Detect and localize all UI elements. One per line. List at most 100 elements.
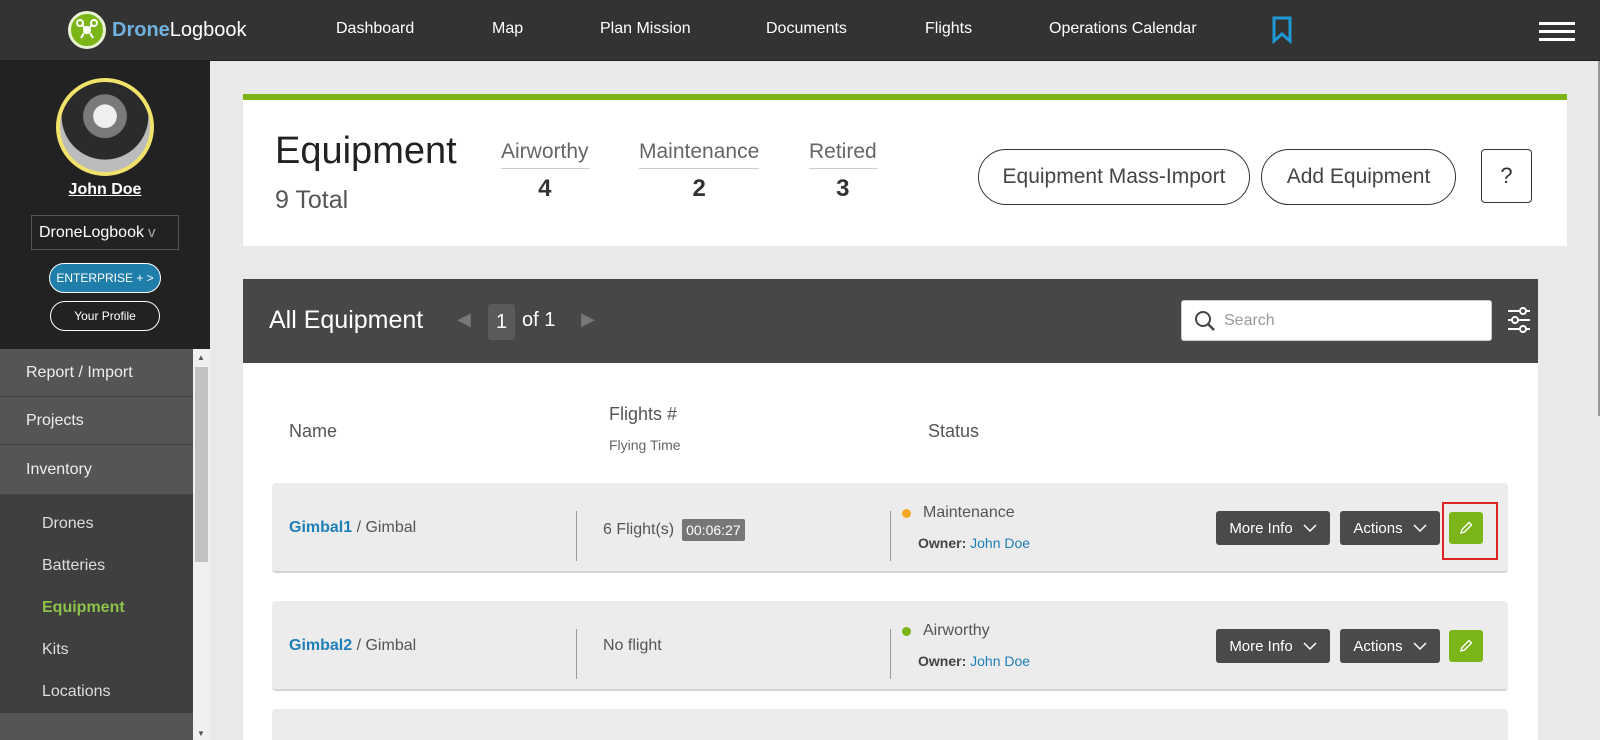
filter-settings-icon[interactable] bbox=[1507, 307, 1531, 338]
drone-logo-icon bbox=[68, 11, 106, 49]
search-box[interactable] bbox=[1181, 300, 1492, 341]
sidebar-scrollbar[interactable]: ▲ ▼ bbox=[193, 349, 210, 740]
sidebar-item-equipment[interactable]: Equipment bbox=[0, 587, 193, 629]
chevron-down-icon: v bbox=[147, 224, 156, 241]
column-header-flights: Flights # bbox=[609, 404, 678, 424]
stat-retired[interactable]: Retired 3 bbox=[809, 140, 877, 203]
equipment-name-link[interactable]: Gimbal1 bbox=[289, 519, 352, 536]
actions-button[interactable]: Actions bbox=[1340, 629, 1440, 663]
enterprise-button[interactable]: ENTERPRISE + > bbox=[49, 263, 161, 293]
equipment-name: Gimbal2 / Gimbal bbox=[289, 637, 416, 655]
more-info-label: More Info bbox=[1229, 519, 1293, 537]
sidebar-item-locations[interactable]: Locations bbox=[0, 671, 193, 713]
organization-select[interactable]: DroneLogbook v bbox=[31, 215, 179, 250]
column-header-flying-time: Flying Time bbox=[609, 437, 681, 453]
equipment-type: / Gimbal bbox=[356, 519, 417, 536]
list-title: All Equipment bbox=[269, 306, 424, 334]
flights-cell: No flight bbox=[603, 637, 662, 655]
sidebar-item-projects[interactable]: Projects bbox=[0, 397, 193, 445]
current-page[interactable]: 1 bbox=[488, 304, 515, 340]
chevron-down-icon bbox=[1303, 641, 1317, 650]
total-count: 9 Total bbox=[275, 186, 349, 214]
actions-label: Actions bbox=[1353, 519, 1403, 537]
chevron-down-icon bbox=[1413, 641, 1427, 650]
table-row: Gimbal1 / Gimbal 6 Flight(s) 00:06:27 Ma… bbox=[272, 483, 1508, 573]
top-navbar: DroneLogbook Dashboard Map Plan Mission … bbox=[0, 0, 1600, 61]
next-page-icon[interactable]: ▶ bbox=[581, 309, 595, 330]
status-text: Maintenance bbox=[923, 504, 1015, 521]
column-header-status: Status bbox=[928, 421, 980, 441]
equipment-list-panel: All Equipment ◀ 1 of 1 ▶ Name Flights # … bbox=[243, 279, 1538, 740]
search-input[interactable] bbox=[1224, 309, 1474, 333]
hamburger-menu-icon[interactable] bbox=[1539, 22, 1575, 46]
sidebar: John Doe DroneLogbook v ENTERPRISE + > Y… bbox=[0, 61, 210, 740]
search-icon bbox=[1194, 310, 1216, 337]
nav-operations-calendar[interactable]: Operations Calendar bbox=[1049, 20, 1197, 38]
equipment-summary-card: Equipment 9 Total Airworthy 4 Maintenanc… bbox=[243, 94, 1567, 246]
sidebar-item-drones[interactable]: Drones bbox=[0, 503, 193, 545]
brand-name: DroneLogbook bbox=[112, 18, 247, 41]
more-info-label: More Info bbox=[1229, 637, 1293, 655]
sidebar-item-kits[interactable]: Kits bbox=[0, 629, 193, 671]
organization-select-value: DroneLogbook bbox=[39, 223, 144, 241]
table-row: Gimbal2 / Gimbal No flight Airworthy Own… bbox=[272, 601, 1508, 691]
list-header: All Equipment ◀ 1 of 1 ▶ bbox=[243, 279, 1538, 363]
nav-map[interactable]: Map bbox=[492, 20, 523, 38]
inventory-submenu: Drones Batteries Equipment Kits Location… bbox=[0, 495, 193, 713]
equipment-name: Gimbal1 / Gimbal bbox=[289, 519, 416, 537]
status-badge: Maintenance bbox=[902, 504, 1015, 522]
stat-label: Maintenance bbox=[639, 140, 760, 169]
flights-cell: 6 Flight(s) 00:06:27 bbox=[603, 519, 745, 541]
owner-info: Owner: John Doe bbox=[918, 653, 1030, 669]
nav-documents[interactable]: Documents bbox=[766, 20, 847, 38]
owner-link[interactable]: John Doe bbox=[970, 653, 1030, 669]
stat-value: 2 bbox=[692, 175, 706, 202]
stat-airworthy[interactable]: Airworthy 4 bbox=[501, 140, 589, 203]
logo[interactable]: DroneLogbook bbox=[68, 11, 247, 49]
actions-button[interactable]: Actions bbox=[1340, 511, 1440, 545]
nav-dashboard[interactable]: Dashboard bbox=[336, 20, 414, 38]
previous-page-icon[interactable]: ◀ bbox=[457, 309, 471, 330]
bookmark-icon[interactable] bbox=[1271, 16, 1293, 49]
equipment-mass-import-button[interactable]: Equipment Mass-Import bbox=[978, 149, 1250, 205]
sidebar-menu: Report / Import Projects Inventory Drone… bbox=[0, 349, 193, 740]
flight-count: No flight bbox=[603, 637, 662, 654]
scroll-up-icon[interactable]: ▲ bbox=[197, 353, 205, 362]
stat-label: Airworthy bbox=[501, 140, 589, 169]
user-name-link[interactable]: John Doe bbox=[0, 181, 210, 199]
column-header-name: Name bbox=[289, 421, 338, 441]
flight-count: 6 Flight(s) bbox=[603, 521, 675, 538]
avatar[interactable] bbox=[56, 78, 154, 176]
your-profile-button[interactable]: Your Profile bbox=[50, 301, 160, 331]
nav-flights[interactable]: Flights bbox=[925, 20, 972, 38]
stat-value: 4 bbox=[538, 175, 552, 202]
owner-info: Owner: John Doe bbox=[918, 535, 1030, 551]
status-dot-icon bbox=[902, 626, 911, 636]
sidebar-item-inventory[interactable]: Inventory bbox=[0, 445, 193, 495]
more-info-button[interactable]: More Info bbox=[1216, 511, 1330, 545]
actions-label: Actions bbox=[1353, 637, 1403, 655]
chevron-down-icon bbox=[1413, 523, 1427, 532]
scrollbar-thumb[interactable] bbox=[195, 367, 208, 562]
sidebar-item-batteries[interactable]: Batteries bbox=[0, 545, 193, 587]
edit-button[interactable] bbox=[1449, 630, 1483, 662]
stat-maintenance[interactable]: Maintenance 2 bbox=[639, 140, 760, 203]
sidebar-item-report-import[interactable]: Report / Import bbox=[0, 349, 193, 397]
table-row bbox=[272, 709, 1508, 740]
help-button[interactable]: ? bbox=[1481, 149, 1532, 203]
nav-plan-mission[interactable]: Plan Mission bbox=[600, 20, 691, 38]
pencil-icon bbox=[1459, 639, 1473, 653]
status-dot-icon bbox=[902, 508, 911, 518]
scroll-down-icon[interactable]: ▼ bbox=[197, 729, 205, 738]
status-text: Airworthy bbox=[923, 622, 990, 639]
add-equipment-button[interactable]: Add Equipment bbox=[1261, 149, 1456, 205]
owner-link[interactable]: John Doe bbox=[970, 535, 1030, 551]
owner-label: Owner: bbox=[918, 535, 967, 551]
stat-value: 3 bbox=[836, 175, 850, 202]
more-info-button[interactable]: More Info bbox=[1216, 629, 1330, 663]
flying-time-badge: 00:06:27 bbox=[682, 519, 745, 541]
owner-label: Owner: bbox=[918, 653, 967, 669]
status-badge: Airworthy bbox=[902, 622, 990, 640]
equipment-name-link[interactable]: Gimbal2 bbox=[289, 637, 352, 654]
page-count: of 1 bbox=[522, 309, 556, 331]
